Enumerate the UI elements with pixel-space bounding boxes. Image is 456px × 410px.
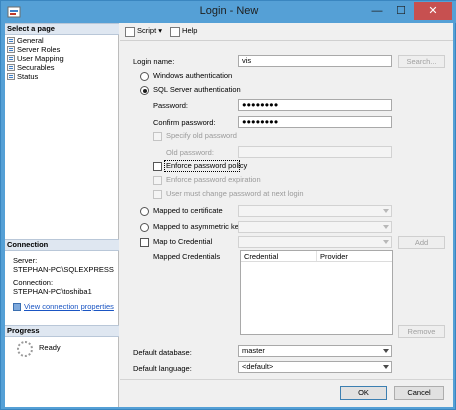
select-page-header: Select a page xyxy=(5,23,119,35)
old-password-label: Old password: xyxy=(166,148,214,157)
default-database-label: Default database: xyxy=(133,348,192,357)
page-icon xyxy=(7,46,15,53)
dialog-client-area: Select a page General Server Roles User … xyxy=(5,23,453,407)
grid-header: Credential Provider xyxy=(241,251,392,262)
windows-auth-label: Windows authentication xyxy=(153,71,233,80)
view-connection-properties-link[interactable]: View connection properties xyxy=(13,302,114,312)
page-icon xyxy=(7,37,15,44)
view-connection-properties-text[interactable]: View connection properties xyxy=(24,302,114,311)
properties-icon xyxy=(13,303,21,312)
column-header-credential[interactable]: Credential xyxy=(241,251,317,261)
help-icon xyxy=(170,26,181,37)
left-panel: Select a page General Server Roles User … xyxy=(5,23,119,407)
progress-spinner-icon xyxy=(17,341,33,357)
asymmetric-key-select[interactable] xyxy=(238,221,392,233)
progress-status: Ready xyxy=(39,343,61,352)
page-item-status[interactable]: Status xyxy=(7,72,38,81)
script-label: Script xyxy=(137,26,157,36)
page-item-label: Status xyxy=(17,72,39,81)
windows-auth-radio[interactable] xyxy=(140,72,149,81)
chevron-down-icon xyxy=(383,365,389,369)
connection-label: Connection: xyxy=(13,278,54,287)
connection-header: Connection xyxy=(5,239,119,251)
enforce-password-policy-label: Enforce password policy xyxy=(166,161,248,170)
page-item-general[interactable]: General xyxy=(7,36,44,45)
page-icon xyxy=(7,55,15,62)
default-language-select[interactable]: <default> xyxy=(238,361,392,373)
script-icon xyxy=(125,26,135,37)
chevron-down-icon xyxy=(383,209,389,213)
default-database-select[interactable]: master xyxy=(238,345,392,357)
page-item-label: Securables xyxy=(17,63,55,72)
add-credential-button[interactable]: Add xyxy=(398,236,445,249)
enforce-password-expiration-checkbox[interactable] xyxy=(153,176,162,185)
password-label: Password: xyxy=(153,101,189,110)
map-to-credential-label: Map to Credential xyxy=(153,237,213,246)
specify-old-password-checkbox[interactable] xyxy=(153,132,162,141)
help-label: Help xyxy=(182,26,198,36)
help-button[interactable]: Help xyxy=(170,26,198,37)
chevron-down-icon xyxy=(383,225,389,229)
page-icon xyxy=(7,73,15,80)
footer-divider xyxy=(120,379,453,380)
title-bar[interactable]: Login - New — ☐ ✕ xyxy=(1,1,456,23)
password-input[interactable]: ●●●●●●●● xyxy=(238,99,392,111)
progress-header: Progress xyxy=(5,325,119,337)
must-change-password-label: User must change password at next login xyxy=(166,189,304,198)
page-item-label: User Mapping xyxy=(17,54,64,63)
mapped-asymmetric-key-radio[interactable] xyxy=(140,223,149,232)
remove-credential-button[interactable]: Remove xyxy=(398,325,445,338)
chevron-down-icon xyxy=(383,240,389,244)
ok-button[interactable]: OK xyxy=(340,386,387,400)
login-new-window: Login - New — ☐ ✕ Select a page General … xyxy=(0,0,456,410)
maximize-button[interactable]: ☐ xyxy=(389,3,413,19)
login-name-input[interactable]: vis xyxy=(238,55,392,67)
server-label: Server: xyxy=(13,256,38,265)
page-item-label: Server Roles xyxy=(17,45,61,54)
page-item-securables[interactable]: Securables xyxy=(7,63,55,72)
server-value: STEPHAN-PC\SQLEXPRESS xyxy=(13,265,114,274)
sql-auth-radio[interactable] xyxy=(140,86,149,95)
mapped-credentials-grid[interactable]: Credential Provider xyxy=(240,250,393,335)
specify-old-password-label: Specify old password xyxy=(166,131,237,140)
mapped-asymmetric-key-label: Mapped to asymmetric key xyxy=(153,222,243,231)
default-database-value: master xyxy=(242,346,265,355)
minimize-button[interactable]: — xyxy=(365,3,389,19)
cancel-button[interactable]: Cancel xyxy=(394,386,444,400)
mapped-certificate-radio[interactable] xyxy=(140,207,149,216)
certificate-select[interactable] xyxy=(238,205,392,217)
default-language-value: <default> xyxy=(242,362,274,371)
default-language-label: Default language: xyxy=(133,364,192,373)
search-button[interactable]: Search... xyxy=(398,55,445,68)
confirm-password-label: Confirm password: xyxy=(153,118,216,127)
credential-select[interactable] xyxy=(238,236,392,248)
map-to-credential-checkbox[interactable] xyxy=(140,238,149,247)
page-item-server-roles[interactable]: Server Roles xyxy=(7,45,60,54)
enforce-password-expiration-label: Enforce password expiration xyxy=(166,175,261,184)
script-button[interactable]: Script ▾ xyxy=(125,26,162,37)
general-page: Script ▾ Help Login name: vis Search... … xyxy=(120,23,453,407)
mapped-credentials-label: Mapped Credentials xyxy=(153,252,221,261)
mapped-certificate-label: Mapped to certificate xyxy=(153,206,223,215)
page-icon xyxy=(7,64,15,71)
enforce-password-policy-checkbox[interactable] xyxy=(153,162,162,171)
toolbar: Script ▾ Help xyxy=(120,23,453,41)
sql-auth-label: SQL Server authentication xyxy=(153,85,241,94)
connection-value: STEPHAN-PC\toshiba1 xyxy=(13,287,92,296)
old-password-input[interactable] xyxy=(238,146,392,158)
chevron-down-icon xyxy=(383,349,389,353)
page-item-user-mapping[interactable]: User Mapping xyxy=(7,54,64,63)
confirm-password-input[interactable]: ●●●●●●●● xyxy=(238,116,392,128)
page-item-label: General xyxy=(17,36,44,45)
column-header-provider[interactable]: Provider xyxy=(317,251,392,261)
login-name-label: Login name: xyxy=(133,57,175,66)
close-window-button[interactable]: ✕ xyxy=(414,2,452,20)
must-change-password-checkbox[interactable] xyxy=(153,190,162,199)
